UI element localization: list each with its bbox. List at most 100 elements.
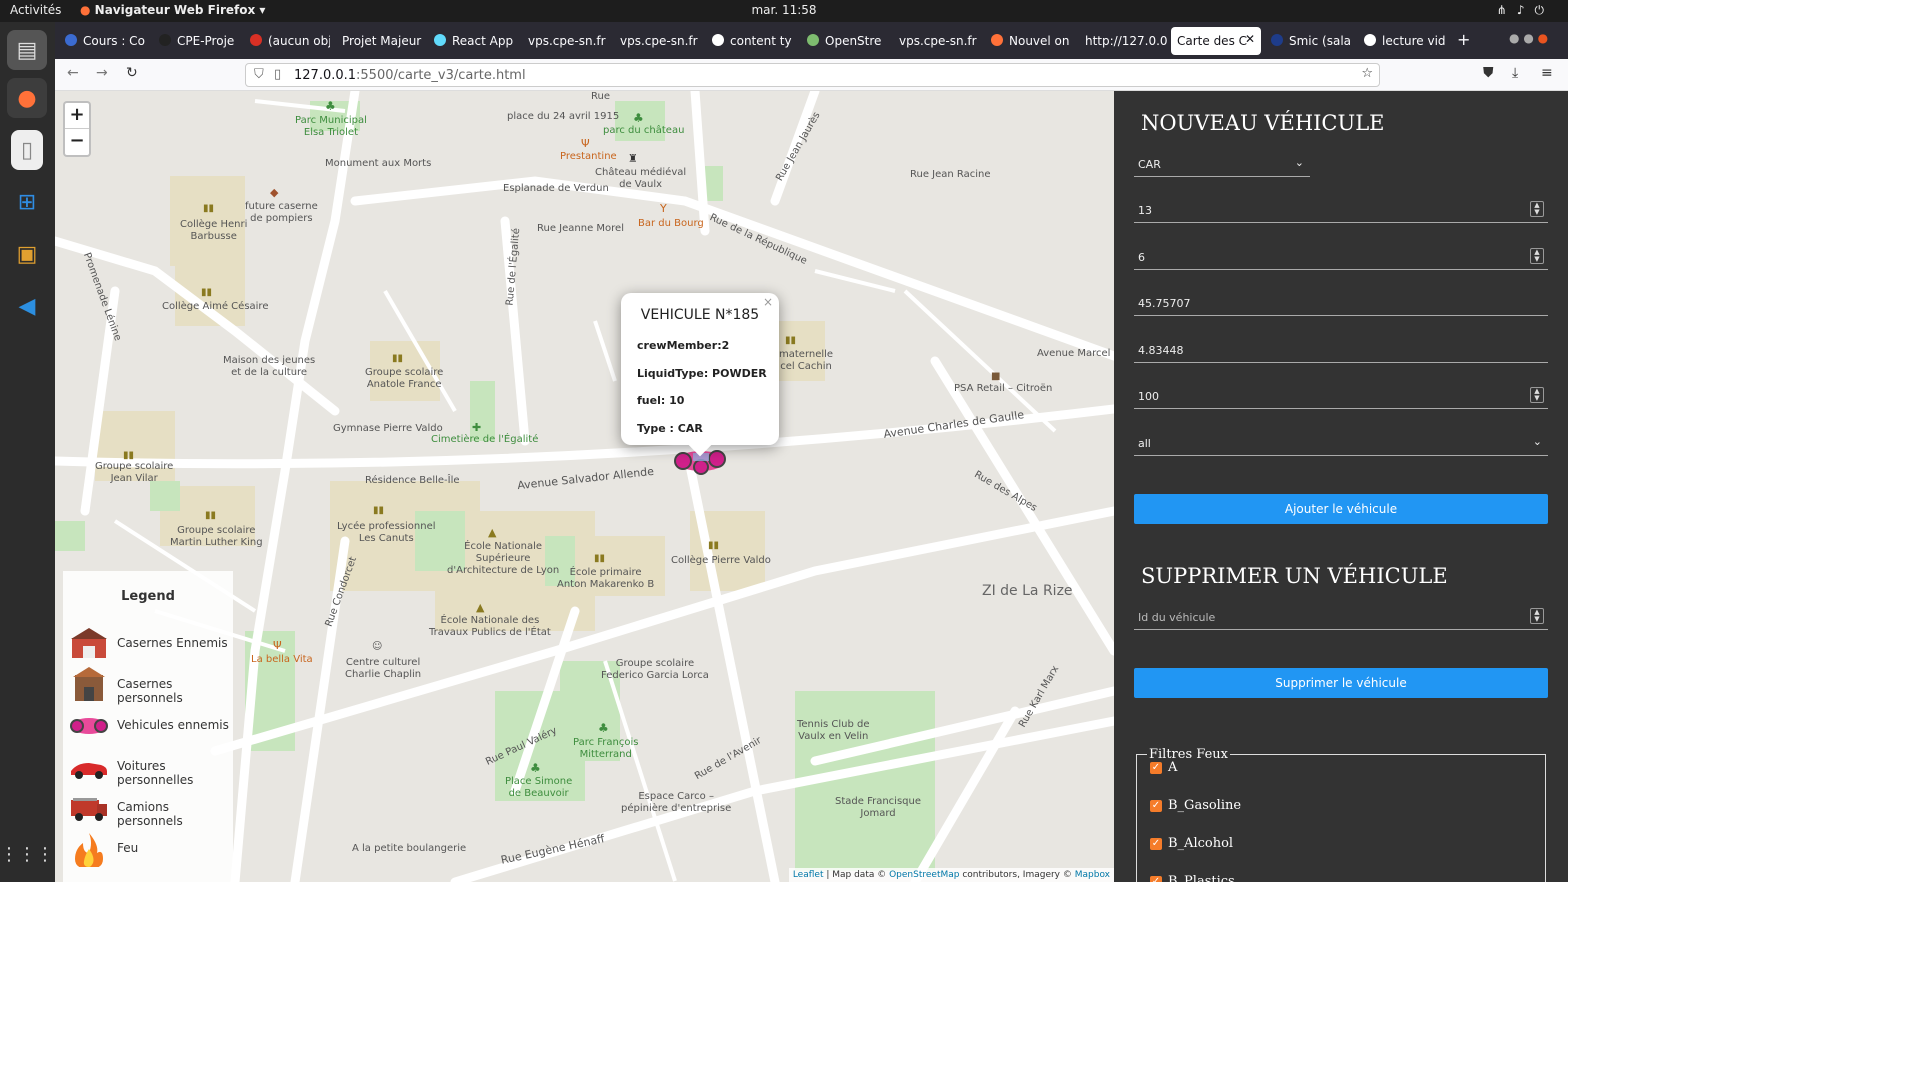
- tab-7[interactable]: content ty: [708, 27, 796, 55]
- filter-label: B_Plastics: [1168, 874, 1235, 882]
- map-label: Résidence Belle-Île: [365, 475, 460, 486]
- zoom-in-button[interactable]: +: [65, 103, 89, 129]
- archive-icon[interactable]: ▣: [7, 234, 47, 274]
- zoom-out-button[interactable]: −: [65, 129, 89, 155]
- vscode-icon[interactable]: ◀: [7, 286, 47, 326]
- firefox-icon[interactable]: ●: [7, 78, 47, 118]
- field-value: 45.75707: [1138, 297, 1191, 310]
- tab-favicon: [1271, 34, 1283, 46]
- tab-label: vps.cpe-sn.fr: [620, 34, 698, 48]
- tab-1[interactable]: CPE-Proje: [155, 27, 240, 55]
- number-spinner-icon[interactable]: ▲ ▼: [1530, 387, 1544, 403]
- control-panel: NOUVEAU VÉHICULE CAR ⌄ 13 ▲ ▼ 6 ▲ ▼ 45.75707 …: [1114, 91, 1568, 882]
- leaflet-map[interactable]: + − Parc Municipal Elsa Triolet place du…: [55, 91, 1114, 882]
- latitude-field[interactable]: 45.75707: [1134, 292, 1548, 316]
- map-label: ZI de La Rize: [982, 583, 1073, 599]
- windows-icon[interactable]: ⊞: [7, 182, 47, 222]
- liquid-quantity-field[interactable]: 100 ▲ ▼: [1134, 385, 1548, 409]
- tab-14[interactable]: lecture vid: [1360, 27, 1448, 55]
- attribution-text: contributors, Imagery ©: [959, 870, 1075, 880]
- legend-title: Legend: [121, 589, 175, 604]
- school-icon: ▮▮: [123, 450, 135, 461]
- reload-icon[interactable]: ↻: [126, 65, 138, 81]
- activities-button[interactable]: Activités: [10, 3, 61, 17]
- menu-icon[interactable]: ≡: [1541, 65, 1553, 81]
- tree-icon: ♣: [633, 111, 644, 125]
- clock[interactable]: mar. 11:58: [751, 3, 816, 17]
- back-arrow-icon[interactable]: ←: [67, 65, 79, 81]
- map-label: parc du château: [603, 125, 685, 136]
- popup-title: VEHICULE N*185: [640, 307, 760, 323]
- number-spinner-icon[interactable]: ▲ ▼: [1530, 248, 1544, 264]
- tab-8[interactable]: OpenStre: [803, 27, 889, 55]
- map-attribution: Leaflet | Map data © OpenStreetMap contr…: [788, 868, 1114, 882]
- liquid-type-select[interactable]: all ⌄: [1134, 432, 1548, 456]
- checkbox-checked-icon[interactable]: ✓: [1150, 838, 1162, 850]
- window-controls[interactable]: ● ● ●: [1509, 27, 1569, 55]
- forward-arrow-icon[interactable]: →: [96, 65, 108, 81]
- show-apps-icon[interactable]: ⋮⋮⋮: [0, 834, 54, 874]
- vehicle-id-field[interactable]: Id du véhicule ▲ ▼: [1134, 606, 1548, 630]
- tab-13[interactable]: Smic (sala: [1267, 27, 1355, 55]
- app-menu[interactable]: ● Navigateur Web Firefox ▾: [80, 3, 265, 17]
- tab-4[interactable]: React App: [430, 27, 520, 55]
- tree-icon: ♣: [530, 761, 541, 775]
- school-icon: ▮▮: [201, 287, 213, 298]
- close-window-icon[interactable]: ●: [1538, 31, 1548, 45]
- filter-label: B_Alcohol: [1168, 836, 1234, 851]
- tab-3[interactable]: Projet Majeur: [336, 27, 424, 55]
- attribution-text: | Map data ©: [823, 870, 890, 880]
- pocket-icon[interactable]: ⛊: [1483, 65, 1494, 81]
- tab-10[interactable]: Nouvel on: [987, 27, 1073, 55]
- vehicle-popup: × VEHICULE N*185 crewMember:2 LiquidType…: [621, 293, 779, 457]
- checkbox-checked-icon[interactable]: ✓: [1150, 762, 1162, 774]
- number-spinner-icon[interactable]: ▲ ▼: [1530, 608, 1544, 624]
- tab-2[interactable]: (aucun obj: [246, 27, 330, 55]
- downloads-icon[interactable]: ⤓: [1512, 65, 1518, 81]
- longitude-field[interactable]: 4.83448: [1134, 339, 1548, 363]
- system-tray[interactable]: ⋔♪⏻: [1497, 3, 1554, 18]
- map-label: Groupe scolaire Jean Vilar: [95, 461, 174, 484]
- leaflet-link[interactable]: Leaflet: [793, 870, 824, 880]
- map-label: Rue Jean Racine: [910, 169, 991, 180]
- minimize-icon[interactable]: ●: [1509, 31, 1519, 45]
- fuel-field[interactable]: 6 ▲ ▼: [1134, 246, 1548, 270]
- osm-link[interactable]: OpenStreetMap: [889, 870, 959, 880]
- delete-vehicle-button[interactable]: Supprimer le véhicule: [1134, 668, 1548, 698]
- tab-5[interactable]: vps.cpe-sn.fr: [522, 27, 610, 55]
- bookmark-star-icon[interactable]: ☆: [1361, 66, 1373, 81]
- legend-item: Casernes Ennemis: [69, 626, 229, 662]
- map-label: Place Simone de Beauvoir: [505, 776, 573, 799]
- car-dealer-icon: ■: [991, 371, 1001, 382]
- tree-icon: ♣: [598, 721, 609, 735]
- tree-icon: ♣: [325, 99, 336, 113]
- tab-6[interactable]: vps.cpe-sn.fr: [614, 27, 702, 55]
- tab-12-active[interactable]: Carte des C ✕: [1171, 27, 1261, 55]
- new-vehicle-title: NOUVEAU VÉHICULE: [1141, 111, 1385, 135]
- url-bar[interactable]: ⛉ ▯ 127.0.0.1:5500/carte_v3/carte.html ☆: [245, 63, 1380, 87]
- maximize-icon[interactable]: ●: [1523, 31, 1533, 45]
- vehicle-type-select[interactable]: CAR ⌄: [1134, 153, 1310, 177]
- tab-0[interactable]: Cours : Co: [61, 27, 149, 55]
- new-tab-button[interactable]: +: [1453, 27, 1477, 55]
- map-label: future caserne de pompiers: [245, 201, 318, 224]
- url-path: :5500/carte_v3/carte.html: [356, 68, 526, 83]
- number-spinner-icon[interactable]: ▲ ▼: [1530, 201, 1544, 217]
- map-label: Groupe scolaire Martin Luther King: [170, 525, 263, 548]
- mapbox-link[interactable]: Mapbox: [1075, 870, 1110, 880]
- document-icon[interactable]: ▯: [11, 130, 43, 170]
- school-icon: ▮▮: [785, 335, 797, 346]
- tab-label: Cours : Co: [83, 34, 145, 48]
- add-vehicle-button[interactable]: Ajouter le véhicule: [1134, 494, 1548, 524]
- tab-favicon: [807, 34, 819, 46]
- map-label: La bella Vita: [251, 654, 313, 665]
- crew-member-field[interactable]: 13 ▲ ▼: [1134, 199, 1548, 223]
- map-label: Rue: [591, 91, 610, 102]
- checkbox-checked-icon[interactable]: ✓: [1150, 876, 1162, 882]
- files-drawer-icon[interactable]: ▤: [7, 30, 47, 70]
- tab-favicon: [159, 34, 171, 46]
- tab-9[interactable]: vps.cpe-sn.fr: [893, 27, 981, 55]
- tab-11[interactable]: http://127.0.0: [1079, 27, 1167, 55]
- checkbox-checked-icon[interactable]: ✓: [1150, 800, 1162, 812]
- close-tab-icon[interactable]: ✕: [1245, 32, 1255, 46]
